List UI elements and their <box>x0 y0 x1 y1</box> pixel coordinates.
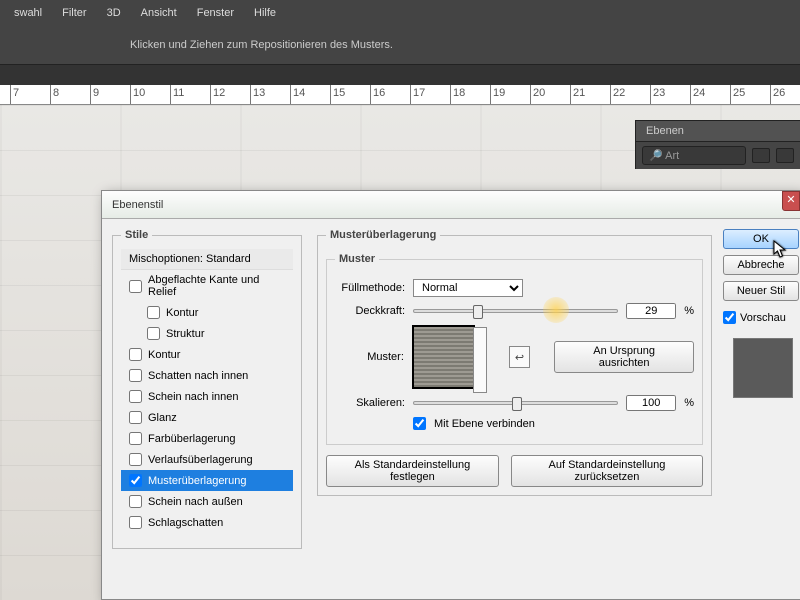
menubar: swahl Filter 3D Ansicht Fenster Hilfe <box>0 0 800 25</box>
style-item[interactable]: Schein nach innen <box>121 386 293 407</box>
dialog-title: Ebenenstil <box>112 199 163 211</box>
style-item[interactable]: Struktur <box>121 323 293 344</box>
blend-options[interactable]: Mischoptionen: Standard <box>121 249 293 270</box>
layers-tab[interactable]: Ebenen <box>636 121 800 142</box>
cancel-button[interactable]: Abbreche <box>723 255 799 275</box>
hint-text: Klicken und Ziehen zum Repositionieren d… <box>130 39 393 51</box>
opacity-label: Deckkraft: <box>335 305 405 317</box>
layer-filter[interactable]: 🔎 Art <box>642 146 746 165</box>
style-item[interactable]: Schatten nach innen <box>121 365 293 386</box>
blendmode-label: Füllmethode: <box>335 282 405 294</box>
styles-legend: Stile <box>121 229 152 241</box>
styles-list: Stile Mischoptionen: Standard Abgeflacht… <box>112 229 302 549</box>
layer-style-dialog: Ebenenstil ✕ Stile Mischoptionen: Standa… <box>101 190 800 600</box>
new-preset-icon[interactable]: ↩ <box>509 346 531 368</box>
style-item[interactable]: Kontur <box>121 302 293 323</box>
style-item[interactable]: Schlagschatten <box>121 512 293 533</box>
menu-item[interactable]: Fenster <box>187 3 244 23</box>
style-item[interactable]: Abgeflachte Kante und Relief <box>121 270 293 302</box>
style-item[interactable]: Farbüberlagerung <box>121 428 293 449</box>
new-style-button[interactable]: Neuer Stil <box>723 281 799 301</box>
menu-item[interactable]: Ansicht <box>131 3 187 23</box>
menu-item[interactable]: Filter <box>52 3 96 23</box>
ruler: 78 910 1112 1314 1516 1718 1920 2122 232… <box>0 85 800 105</box>
style-item[interactable]: Kontur <box>121 344 293 365</box>
style-item-selected[interactable]: Musterüberlagerung <box>121 470 293 491</box>
make-default-button[interactable]: Als Standardeinstellung festlegen <box>326 455 499 487</box>
pattern-overlay-group: Musterüberlagerung Muster Füllmethode: N… <box>317 229 712 496</box>
menu-item[interactable]: 3D <box>97 3 131 23</box>
scale-input[interactable] <box>626 395 676 411</box>
layers-panel: Ebenen 🔎 Art <box>635 120 800 169</box>
blendmode-select[interactable]: Normal <box>413 279 523 297</box>
dialog-right-column: OK Abbreche Neuer Stil Vorschau <box>723 229 800 406</box>
style-item[interactable]: Schein nach außen <box>121 491 293 512</box>
snap-origin-button[interactable]: An Ursprung ausrichten <box>554 341 694 373</box>
preview-thumb <box>733 338 793 398</box>
opacity-slider[interactable] <box>413 309 618 313</box>
scale-label: Skalieren: <box>335 397 405 409</box>
scale-slider[interactable] <box>413 401 618 405</box>
close-icon[interactable]: ✕ <box>782 191 800 211</box>
style-item[interactable]: Glanz <box>121 407 293 428</box>
filter-icon[interactable] <box>752 148 770 163</box>
filter-icon[interactable] <box>776 148 794 163</box>
options-bar: Klicken und Ziehen zum Repositionieren d… <box>0 25 800 65</box>
opacity-input[interactable] <box>626 303 676 319</box>
ok-button[interactable]: OK <box>723 229 799 249</box>
pattern-inner-group: Muster Füllmethode: Normal Deckkraft: % … <box>326 253 703 445</box>
preview-checkbox[interactable] <box>723 311 736 324</box>
menu-item[interactable]: Hilfe <box>244 3 286 23</box>
style-item[interactable]: Verlaufsüberlagerung <box>121 449 293 470</box>
link-label: Mit Ebene verbinden <box>434 418 535 430</box>
overlay-legend: Musterüberlagerung <box>326 229 440 241</box>
pattern-label: Muster: <box>335 351 404 363</box>
reset-default-button[interactable]: Auf Standardeinstellung zurücksetzen <box>511 455 703 487</box>
menu-item[interactable]: swahl <box>4 3 52 23</box>
pattern-swatch[interactable] <box>412 325 475 389</box>
titlebar[interactable]: Ebenenstil ✕ <box>102 191 800 219</box>
link-checkbox[interactable] <box>413 417 426 430</box>
